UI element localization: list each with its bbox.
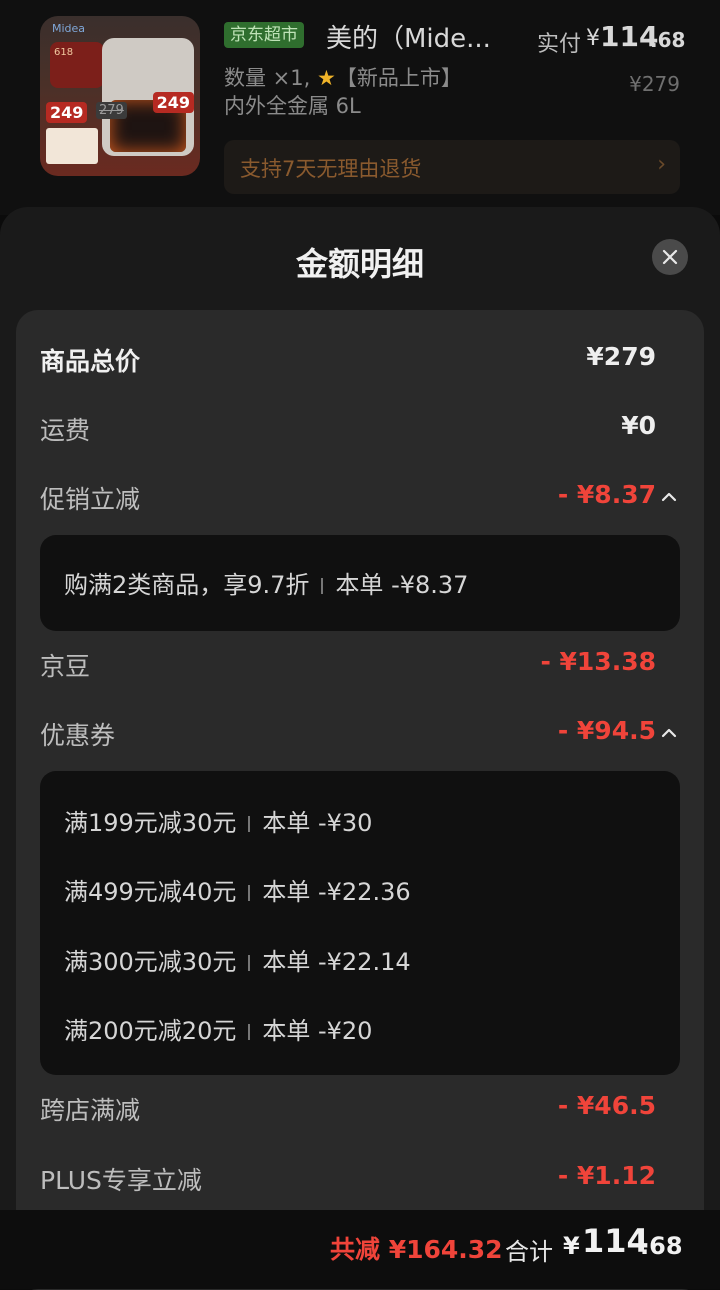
- coupon-detail-line: 满300元减30元 本单 -¥22.14: [64, 942, 411, 977]
- chevron-up-icon[interactable]: [658, 486, 680, 508]
- total-reduction: 共减 ¥164.32: [330, 1235, 503, 1264]
- divider: [321, 578, 324, 594]
- coupon-row[interactable]: 优惠券 - ¥94.5: [40, 716, 680, 756]
- image-price-tag: 249: [46, 102, 88, 123]
- amount-detail-sheet: 金额明细 商品总价 ¥279 运费 ¥0 促销立减 - ¥8.37 购满2类商品…: [0, 207, 720, 1290]
- product-image[interactable]: Midea 618 249 279 249: [40, 16, 200, 176]
- chevron-up-icon[interactable]: [658, 722, 680, 744]
- amount-panel: 商品总价 ¥279 运费 ¥0 促销立减 - ¥8.37 购满2类商品，享9.7…: [16, 310, 704, 1290]
- coupon-detail-desc: 满199元减30元: [64, 809, 237, 837]
- coupon-detail-desc: 满499元减40元: [64, 878, 237, 906]
- quantity-text: 数量 ×1,: [224, 66, 311, 90]
- goods-total-row: 商品总价 ¥279: [40, 342, 680, 382]
- image-price-tag-2: 249: [152, 92, 194, 113]
- product-title[interactable]: 美的（Mide...: [326, 18, 491, 55]
- promo-row[interactable]: 促销立减 - ¥8.37: [40, 480, 680, 520]
- plus-discount-value: - ¥1.12: [557, 1161, 656, 1190]
- promo-detail-amount: 本单 -¥8.37: [335, 571, 469, 599]
- promo-badge: 618: [50, 42, 104, 88]
- product-spec-line2: 内外全金属 6L: [224, 94, 361, 118]
- total-integer: 114: [582, 1222, 649, 1260]
- jingdou-row: 京豆 - ¥13.38: [40, 647, 680, 687]
- coupon-detail-desc: 满200元减20元: [64, 1017, 237, 1045]
- close-icon: [662, 249, 678, 265]
- return-policy-text: 支持7天无理由退货: [240, 157, 422, 181]
- total-decimal: .68: [640, 1232, 683, 1260]
- coupon-detail-line: 满499元减40元 本单 -¥22.36: [64, 872, 411, 907]
- promo-detail-line: 购满2类商品，享9.7折 本单 -¥8.37: [64, 565, 468, 600]
- promo-detail-desc: 购满2类商品，享9.7折: [64, 571, 310, 599]
- promo-value: - ¥8.37: [557, 480, 656, 509]
- actual-paid-decimal: .68: [650, 28, 686, 52]
- image-original-price: 279: [96, 102, 127, 119]
- coupon-detail-amount: 本单 -¥22.14: [262, 948, 411, 976]
- star-icon: ★: [317, 66, 336, 90]
- goods-total-label: 商品总价: [40, 347, 141, 376]
- coupon-detail-amount: 本单 -¥22.36: [262, 878, 411, 906]
- shipping-label: 运费: [40, 416, 91, 445]
- divider: [248, 1024, 251, 1040]
- new-tag: 【新品上市】: [335, 66, 462, 90]
- coupon-detail-amount: 本单 -¥20: [262, 1017, 373, 1045]
- bottom-summary-bar: 共减 ¥164.32 合计 ¥ 114 .68: [0, 1210, 720, 1289]
- actual-paid-label: 实付: [537, 32, 582, 57]
- coupon-detail-line: 满200元减20元 本单 -¥20: [64, 1011, 372, 1046]
- plus-discount-row: PLUS专享立减 - ¥1.12: [40, 1161, 680, 1201]
- return-policy-bar[interactable]: 支持7天无理由退货 ›: [224, 140, 680, 194]
- coupon-label: 优惠券: [40, 721, 116, 750]
- jingdou-value: - ¥13.38: [540, 647, 656, 676]
- cross-store-value: - ¥46.5: [557, 1091, 656, 1120]
- divider: [248, 885, 251, 901]
- jingdou-label: 京豆: [40, 652, 91, 681]
- actual-paid-currency: ¥: [586, 26, 600, 51]
- coupon-value: - ¥94.5: [557, 716, 656, 745]
- store-badge: 京东超市: [224, 22, 304, 48]
- product-sticker: [46, 128, 98, 164]
- cross-store-row: 跨店满减 - ¥46.5: [40, 1091, 680, 1131]
- product-card[interactable]: Midea 618 249 279 249 京东超市 美的（Mide... 实付…: [0, 0, 720, 215]
- coupon-detail-line: 满199元减30元 本单 -¥30: [64, 803, 372, 838]
- shipping-value: ¥0: [621, 411, 656, 440]
- chevron-right-icon: ›: [657, 152, 666, 177]
- divider: [248, 816, 251, 832]
- coupon-detail-desc: 满300元减30元: [64, 948, 237, 976]
- plus-discount-label: PLUS专享立减: [40, 1166, 202, 1195]
- divider: [248, 955, 251, 971]
- close-button[interactable]: [652, 239, 688, 275]
- coupon-detail-box: 满199元减30元 本单 -¥30 满499元减40元 本单 -¥22.36 满30…: [40, 771, 680, 1075]
- shipping-row: 运费 ¥0: [40, 411, 680, 451]
- original-price: ¥279: [629, 72, 680, 96]
- brand-logo: Midea: [52, 22, 86, 35]
- product-spec: 数量 ×1, ★【新品上市】: [224, 62, 462, 92]
- promo-detail-box: 购满2类商品，享9.7折 本单 -¥8.37: [40, 535, 680, 631]
- sheet-title: 金额明细: [295, 245, 424, 283]
- promo-label: 促销立减: [40, 485, 141, 514]
- total-label: 合计: [505, 1238, 553, 1266]
- goods-total-value: ¥279: [586, 342, 656, 371]
- coupon-detail-amount: 本单 -¥30: [262, 809, 373, 837]
- total-currency: ¥: [563, 1232, 580, 1260]
- cross-store-label: 跨店满减: [40, 1096, 141, 1125]
